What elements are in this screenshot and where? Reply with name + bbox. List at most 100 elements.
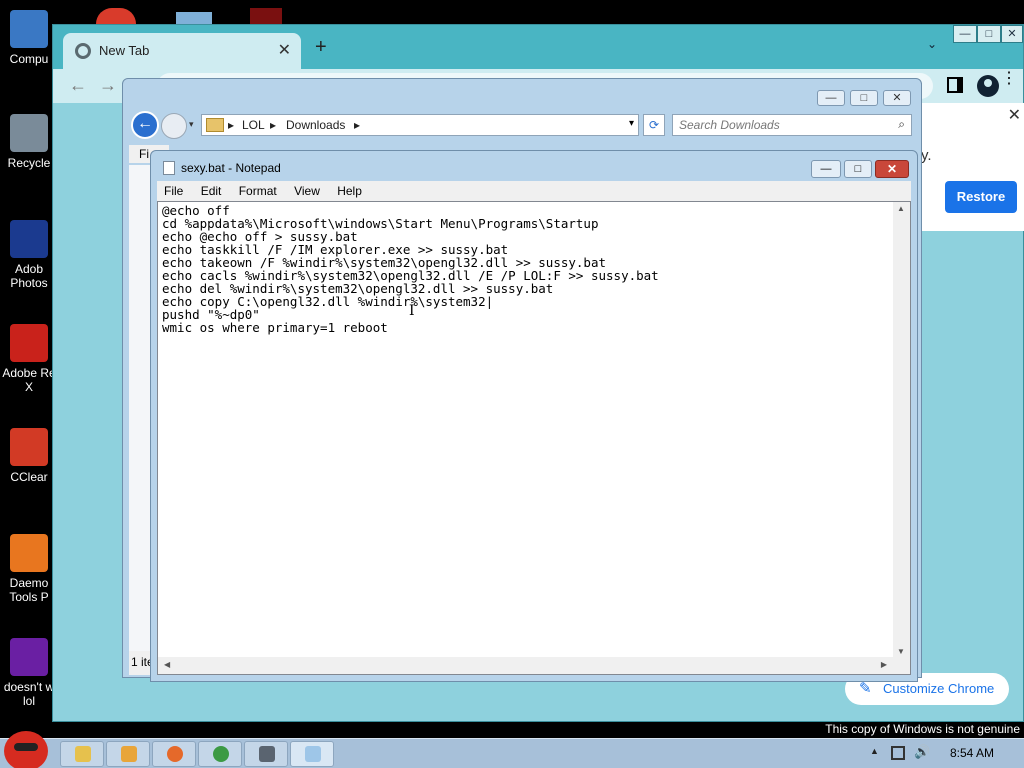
explorer-address-bar[interactable]: ▸ LOL ▸ Downloads ▸ ▾ [201,114,639,136]
tab-title: New Tab [99,43,150,58]
search-icon[interactable]: ⌕ [898,117,905,132]
forward-button[interactable] [161,113,187,139]
desktop-icon-label: Compu [9,52,49,66]
close-tab-icon[interactable]: ✕ [278,40,291,60]
explorer-icon [75,746,91,762]
taskbar-explorer-button[interactable] [60,741,104,767]
taskbar-notepad-button[interactable] [290,741,334,767]
adobe-reader-icon [10,324,48,362]
close-button[interactable]: ✕ [1001,25,1023,43]
vertical-scrollbar[interactable]: ▲ ▼ [893,202,910,658]
menu-file[interactable]: File [157,181,190,198]
folder-icon [206,118,224,132]
firefox-icon [167,746,183,762]
tab-new-tab[interactable]: New Tab ✕ [63,33,301,69]
desktop-icon-label: Recycle [7,156,51,170]
notepad-icon [305,746,321,762]
breadcrumb-lol[interactable]: LOL [242,118,265,132]
address-dropdown-icon[interactable]: ▾ [629,118,634,129]
back-arrow-icon[interactable]: ← [69,75,87,96]
new-tab-button[interactable]: + [315,36,327,59]
scroll-up-icon[interactable]: ▲ [897,204,905,213]
explorer-close-button[interactable]: ✕ [883,90,911,106]
taskbar-calculator-button[interactable] [244,741,288,767]
maximize-button[interactable]: □ [977,25,1001,43]
history-dropdown-icon[interactable]: ▾ [189,119,194,130]
taskbar-firefox-button[interactable] [152,741,196,767]
network-icon[interactable] [891,746,905,760]
restore-message-text: y. [921,147,932,164]
scroll-down-icon[interactable]: ▼ [897,647,905,656]
chrome-favicon-icon [75,43,91,59]
menu-help[interactable]: Help [330,181,369,198]
taskbar: ▲ 🔊 8:54 AM [0,731,1024,768]
taskbar-media-player-button[interactable] [106,741,150,767]
desktop-icon-label: CClear [10,470,48,484]
breadcrumb-separator-icon[interactable]: ▸ [270,118,276,132]
taskbar-chrome-button[interactable] [198,741,242,767]
close-icon[interactable]: ✕ [1008,105,1021,125]
horizontal-scrollbar[interactable]: ◀ ▶ [158,657,893,674]
daemon-tools-icon [10,534,48,572]
menu-view[interactable]: View [287,181,327,198]
desktop-icon-yahoo[interactable]: doesn't w lol [0,638,58,708]
scroll-right-icon[interactable]: ▶ [881,660,887,669]
calculator-icon [259,746,275,762]
explorer-minimize-button[interactable]: — [817,90,845,106]
breadcrumb-separator-icon[interactable]: ▸ [354,118,360,132]
search-downloads-field[interactable]: Search Downloads ⌕ [672,114,912,136]
desktop-icon-partial[interactable] [176,12,212,24]
side-panel-icon[interactable] [947,77,963,93]
desktop-icon-label: Adobe Re [2,366,56,380]
show-hidden-icons-icon[interactable]: ▲ [870,746,879,756]
menu-file-partial[interactable]: Fi [139,147,149,161]
search-placeholder: Search Downloads [679,118,780,132]
menu-edit[interactable]: Edit [194,181,229,198]
photoshop-icon [10,220,48,258]
desktop-icon-partial[interactable] [250,8,282,24]
desktop-icon-label: Daemo [9,576,49,590]
ibeam-cursor-icon: I [409,303,415,319]
forward-arrow-icon[interactable]: → [99,75,117,96]
desktop-icon-ccleaner[interactable]: CClear [0,428,58,484]
desktop-icon-label: Adob [14,262,44,276]
menu-format[interactable]: Format [232,181,284,198]
breadcrumb-downloads[interactable]: Downloads [286,118,345,132]
media-player-icon [121,746,137,762]
desktop-icon-daemon-tools[interactable]: Daemo Tools P [0,534,58,604]
desktop-icon-recycle-bin[interactable]: Recycle [0,114,58,170]
volume-icon[interactable]: 🔊 [914,744,930,760]
recycle-bin-icon [10,114,48,152]
notepad-minimize-button[interactable]: — [811,160,841,178]
explorer-maximize-button[interactable]: □ [850,90,878,106]
desktop-icon-adobe-reader[interactable]: Adobe Re X [0,324,58,394]
more-menu-icon[interactable]: ⋮ [1001,71,1017,87]
clock[interactable]: 8:54 AM [950,746,994,760]
notepad-text-area[interactable]: @echo off cd %appdata%\Microsoft\windows… [157,201,911,675]
document-text[interactable]: @echo off cd %appdata%\Microsoft\windows… [162,204,890,656]
restore-pages-bubble: ✕ y. Restore [921,103,1024,231]
desktop-icon-computer[interactable]: Compu [0,10,58,66]
back-button[interactable]: ← [131,111,159,139]
desktop-icon-label: Tools P [9,590,49,604]
computer-icon [10,10,48,48]
notepad-maximize-button[interactable]: □ [844,160,872,178]
tab-search-chevron-icon[interactable]: ⌄ [927,37,937,51]
refresh-icon[interactable]: ⟳ [643,114,665,136]
restore-button[interactable]: Restore [945,181,1017,213]
notepad-menu-bar: File Edit Format View Help [157,181,911,201]
desktop-icon-photoshop[interactable]: Adob Photos [0,220,58,290]
desktop-icon-label: doesn't w [3,680,55,694]
scroll-left-icon[interactable]: ◀ [164,660,170,669]
desktop-icon-chrome-partial[interactable] [96,8,136,24]
windows-not-genuine-watermark: This copy of Windows is not genuine [825,722,1020,736]
minimize-button[interactable]: — [953,25,977,43]
notepad-close-button[interactable]: ✕ [875,160,909,178]
desktop-icon-label: X [24,380,33,394]
resize-grip[interactable] [893,657,910,674]
yahoo-icon [10,638,48,676]
breadcrumb-separator-icon[interactable]: ▸ [228,118,234,132]
start-button-icon[interactable] [4,731,48,768]
profile-icon[interactable] [977,75,999,97]
chrome-icon [213,746,229,762]
